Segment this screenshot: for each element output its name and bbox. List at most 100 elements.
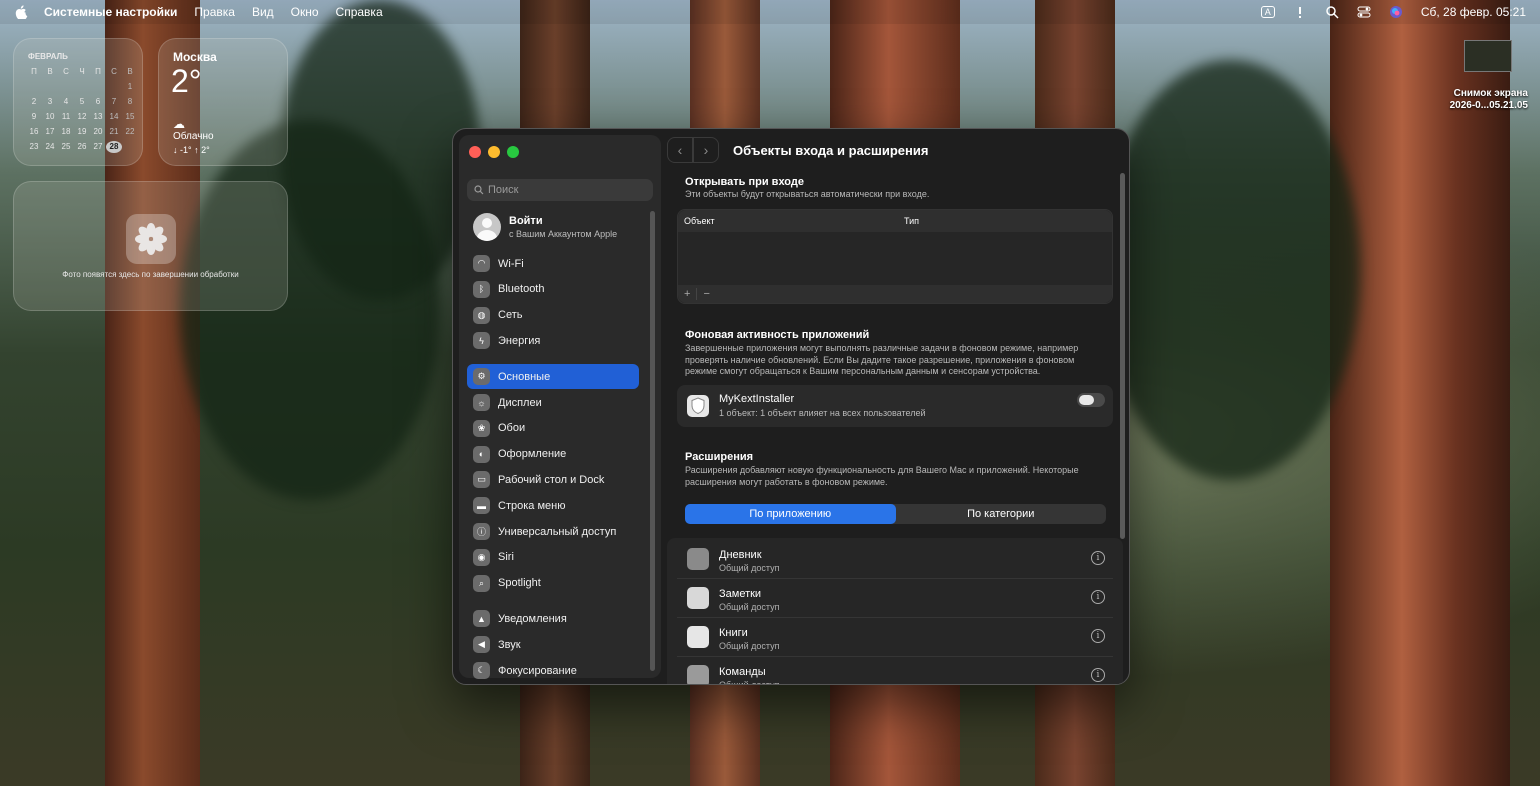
info-icon[interactable]: i xyxy=(1091,668,1105,682)
input-source-icon[interactable]: A xyxy=(1260,6,1275,18)
close-button[interactable] xyxy=(469,146,481,158)
sidebar-item-globe[interactable]: ◍ Сеть xyxy=(467,303,639,328)
apple-account-signin[interactable]: Войти с Вашим Аккаунтом Apple xyxy=(473,213,617,241)
info-icon[interactable]: i xyxy=(1091,590,1105,604)
menu-clock[interactable]: Сб, 28 февр. 05:21 xyxy=(1421,5,1526,19)
photos-message: Фото появятся здесь по завершении обрабо… xyxy=(62,270,239,279)
gear-icon: ⚙ xyxy=(473,368,490,386)
sidebar-item-flower[interactable]: ❀ Обои xyxy=(467,416,639,441)
extension-name: Заметки xyxy=(719,588,762,600)
extension-row[interactable]: Команды Общий доступ i xyxy=(677,657,1113,684)
calendar-day[interactable]: 21 xyxy=(106,126,122,138)
extension-subtitle: Общий доступ xyxy=(719,641,780,651)
sidebar-item-label: Звук xyxy=(498,638,521,651)
tree-foliage xyxy=(280,0,480,300)
speaker-icon: ◀ xyxy=(473,636,490,654)
sidebar-item-menubar[interactable]: ▬ Строка меню xyxy=(467,493,639,518)
calendar-day[interactable]: 28 xyxy=(106,141,122,153)
sidebar-item-appearance[interactable]: ◐ Оформление xyxy=(467,442,639,467)
segment-by-category[interactable]: По категории xyxy=(896,504,1107,524)
menu-edit[interactable]: Правка xyxy=(194,5,235,19)
screenshot-file-thumbnail[interactable] xyxy=(1464,40,1512,72)
sidebar-item-battery[interactable]: ϟ Энергия xyxy=(467,328,639,353)
weather-city: Москва xyxy=(173,50,217,64)
screenshot-file-label[interactable]: Снимок экрана 2026-0...05.21.05 xyxy=(1450,88,1528,112)
calendar-day[interactable]: 22 xyxy=(122,126,138,138)
menu-window[interactable]: Окно xyxy=(291,5,319,19)
sidebar-item-wifi[interactable]: ◠ Wi-Fi xyxy=(467,251,639,276)
menu-help[interactable]: Справка xyxy=(336,5,383,19)
account-subtitle: с Вашим Аккаунтом Apple xyxy=(509,229,618,239)
calendar-day[interactable]: 3 xyxy=(42,96,58,108)
siri-icon[interactable] xyxy=(1389,5,1403,19)
calendar-day[interactable]: 7 xyxy=(106,96,122,108)
extension-row[interactable]: Заметки Общий доступ i xyxy=(677,579,1113,618)
sidebar-item-bluetooth[interactable]: ᛒ Bluetooth xyxy=(467,277,639,302)
spotlight-search-icon[interactable] xyxy=(1325,5,1339,19)
menu-view[interactable]: Вид xyxy=(252,5,274,19)
calendar-day[interactable]: 2 xyxy=(26,96,42,108)
sidebar-item-speaker[interactable]: ◀ Звук xyxy=(467,632,639,657)
calendar-widget[interactable]: ФЕВРАЛЬ П В С Ч П С В 1 2 3 4 5 6 7 8 9 10 11 12 13 14 15 16 17… xyxy=(13,38,143,166)
calendar-day[interactable]: 15 xyxy=(122,111,138,123)
calendar-day[interactable]: 23 xyxy=(26,141,42,153)
search-field[interactable]: Поиск xyxy=(467,179,653,201)
sidebar-item-label: Строка меню xyxy=(498,499,566,512)
calendar-day[interactable]: 24 xyxy=(42,141,58,153)
calendar-day[interactable]: 11 xyxy=(58,111,74,123)
remove-item-button[interactable]: − xyxy=(696,288,715,300)
calendar-day[interactable]: 4 xyxy=(58,96,74,108)
photos-widget[interactable]: Фото появятся здесь по завершении обрабо… xyxy=(13,181,288,311)
calendar-day[interactable]: 14 xyxy=(106,111,122,123)
extension-row[interactable]: Дневник Общий доступ i xyxy=(677,540,1113,579)
control-center-icon[interactable] xyxy=(1357,5,1371,19)
calendar-day[interactable]: 17 xyxy=(42,126,58,138)
content-scrollbar[interactable] xyxy=(1120,173,1125,539)
calendar-day[interactable]: 12 xyxy=(74,111,90,123)
info-icon[interactable]: i xyxy=(1091,551,1105,565)
moon-icon: ☾ xyxy=(473,662,490,679)
sidebar-item-dock[interactable]: ▭ Рабочий стол и Dock xyxy=(467,467,639,492)
calendar-weekday: П xyxy=(31,67,37,76)
sidebar-item-label: Универсальный доступ xyxy=(498,525,617,538)
sidebar-item-accessibility[interactable]: ⓘ Универсальный доступ xyxy=(467,519,639,544)
sidebar-item-magnifier[interactable]: ⌕ Spotlight xyxy=(467,571,639,596)
column-type[interactable]: Тип xyxy=(904,216,919,226)
calendar-day[interactable]: 25 xyxy=(58,141,74,153)
calendar-day[interactable]: 9 xyxy=(26,111,42,123)
extension-row[interactable]: Книги Общий доступ i xyxy=(677,618,1113,657)
status-dot-icon[interactable] xyxy=(1293,5,1307,19)
sidebar-item-sun[interactable]: ☼ Дисплеи xyxy=(467,390,639,415)
segment-by-app[interactable]: По приложению xyxy=(685,504,896,524)
calendar-day[interactable]: 1 xyxy=(122,81,138,93)
forward-button[interactable]: › xyxy=(693,137,719,163)
add-item-button[interactable]: + xyxy=(678,288,696,300)
sidebar-item-moon[interactable]: ☾ Фокусирование xyxy=(467,658,639,683)
calendar-day[interactable]: 26 xyxy=(74,141,90,153)
menu-app-name[interactable]: Системные настройки xyxy=(44,5,177,19)
sidebar-item-gear[interactable]: ⚙ Основные xyxy=(467,364,639,390)
calendar-day[interactable]: 8 xyxy=(122,96,138,108)
sidebar-item-siri[interactable]: ◉ Siri xyxy=(467,545,639,570)
calendar-day[interactable]: 19 xyxy=(74,126,90,138)
column-object[interactable]: Объект xyxy=(684,216,715,226)
back-button[interactable]: ‹ xyxy=(667,137,693,163)
minimize-button[interactable] xyxy=(488,146,500,158)
apple-logo-icon[interactable] xyxy=(14,5,28,19)
calendar-day[interactable]: 13 xyxy=(90,111,106,123)
zoom-button[interactable] xyxy=(507,146,519,158)
calendar-day[interactable]: 16 xyxy=(26,126,42,138)
background-app-toggle[interactable] xyxy=(1077,393,1105,407)
calendar-day[interactable]: 27 xyxy=(90,141,106,153)
info-icon[interactable]: i xyxy=(1091,629,1105,643)
background-app-subtitle: 1 объект: 1 объект влияет на всех пользо… xyxy=(719,408,926,418)
calendar-day[interactable]: 18 xyxy=(58,126,74,138)
calendar-day[interactable]: 20 xyxy=(90,126,106,138)
sidebar-scrollbar[interactable] xyxy=(650,211,655,671)
sidebar-item-bell[interactable]: ▲ Уведомления xyxy=(467,606,639,631)
login-items-table[interactable]: Объект Тип + − xyxy=(677,209,1113,304)
calendar-day[interactable]: 10 xyxy=(42,111,58,123)
weather-widget[interactable]: Москва 2° ☁ Облачно ↓ -1° ↑ 2° xyxy=(158,38,288,166)
calendar-day[interactable]: 5 xyxy=(74,96,90,108)
calendar-day[interactable]: 6 xyxy=(90,96,106,108)
